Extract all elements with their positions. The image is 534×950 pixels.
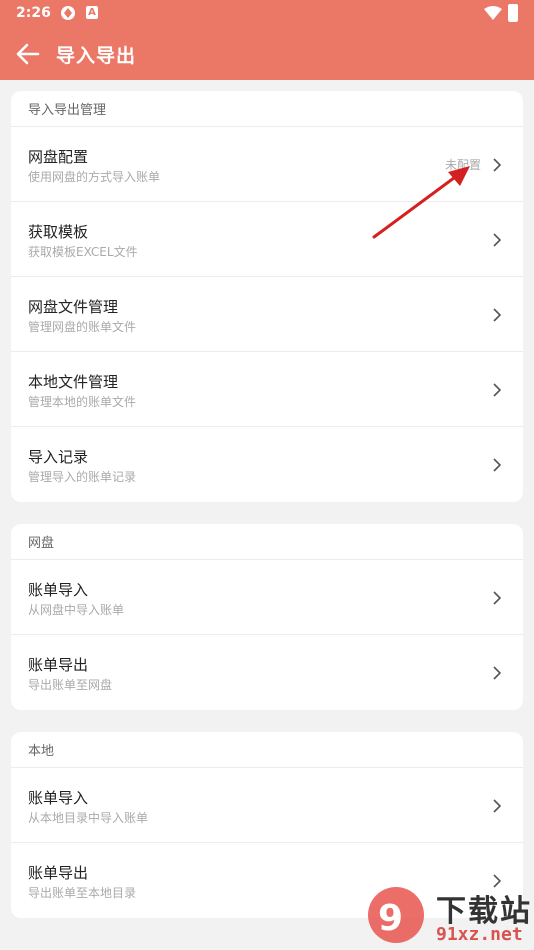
chevron-right-icon <box>493 308 502 322</box>
section-cloud: 网盘 账单导入 从网盘中导入账单 账单导出 导出账单至网盘 <box>11 524 523 710</box>
list-item-local-bill-import[interactable]: 账单导入 从本地目录中导入账单 <box>11 768 523 843</box>
list-item-get-template[interactable]: 获取模板 获取模板EXCEL文件 <box>11 202 523 277</box>
item-title: 本地文件管理 <box>28 373 119 391</box>
item-subtitle: 管理网盘的账单文件 <box>28 320 137 334</box>
battery-icon <box>508 4 518 22</box>
back-arrow-icon[interactable] <box>14 40 42 68</box>
config-status: 未配置 <box>444 158 481 172</box>
list-item-cloud-config[interactable]: 网盘配置 使用网盘的方式导入账单 未配置 <box>11 127 523 202</box>
app-bar: 2:26 A 导入导出 <box>0 0 534 80</box>
page-title: 导入导出 <box>56 45 137 67</box>
section-title: 网盘 <box>11 524 523 560</box>
list-item-cloud-bill-import[interactable]: 账单导入 从网盘中导入账单 <box>11 560 523 635</box>
chevron-right-icon <box>493 458 502 472</box>
item-subtitle: 使用网盘的方式导入账单 <box>28 170 161 184</box>
chevron-right-icon <box>493 383 502 397</box>
section-title: 导入导出管理 <box>11 91 523 127</box>
item-title: 网盘文件管理 <box>28 298 119 316</box>
app-notification-icon: A <box>86 6 98 19</box>
chevron-right-icon <box>493 591 502 605</box>
item-subtitle: 获取模板EXCEL文件 <box>28 245 138 259</box>
sync-icon <box>61 6 75 20</box>
item-subtitle: 从网盘中导入账单 <box>28 603 125 617</box>
section-title: 本地 <box>11 732 523 768</box>
svg-text:9: 9 <box>378 898 403 939</box>
watermark-url: 91xz.net <box>436 924 523 945</box>
status-bar: 2:26 A <box>0 0 534 28</box>
item-title: 账单导出 <box>28 864 89 882</box>
item-subtitle: 从本地目录中导入账单 <box>28 811 149 825</box>
section-import-export-management: 导入导出管理 网盘配置 使用网盘的方式导入账单 未配置 获取模板 获取模板EXC… <box>11 91 523 502</box>
item-title: 获取模板 <box>28 223 89 241</box>
list-item-cloud-file-management[interactable]: 网盘文件管理 管理网盘的账单文件 <box>11 277 523 352</box>
item-title: 账单导入 <box>28 581 89 599</box>
item-title: 账单导出 <box>28 656 89 674</box>
chevron-right-icon <box>493 799 502 813</box>
status-time: 2:26 <box>16 5 51 21</box>
item-title: 导入记录 <box>28 448 89 466</box>
item-subtitle: 导出账单至网盘 <box>28 678 113 692</box>
chevron-right-icon <box>493 158 502 172</box>
item-title: 网盘配置 <box>28 148 89 166</box>
item-subtitle: 管理本地的账单文件 <box>28 395 137 409</box>
list-item-local-file-management[interactable]: 本地文件管理 管理本地的账单文件 <box>11 352 523 427</box>
list-item-import-records[interactable]: 导入记录 管理导入的账单记录 <box>11 427 523 502</box>
chevron-right-icon <box>493 666 502 680</box>
chevron-right-icon <box>493 233 502 247</box>
item-subtitle: 管理导入的账单记录 <box>28 470 137 484</box>
item-title: 账单导入 <box>28 789 89 807</box>
wifi-icon <box>484 6 502 20</box>
item-subtitle: 导出账单至本地目录 <box>28 886 137 900</box>
list-item-cloud-bill-export[interactable]: 账单导出 导出账单至网盘 <box>11 635 523 710</box>
